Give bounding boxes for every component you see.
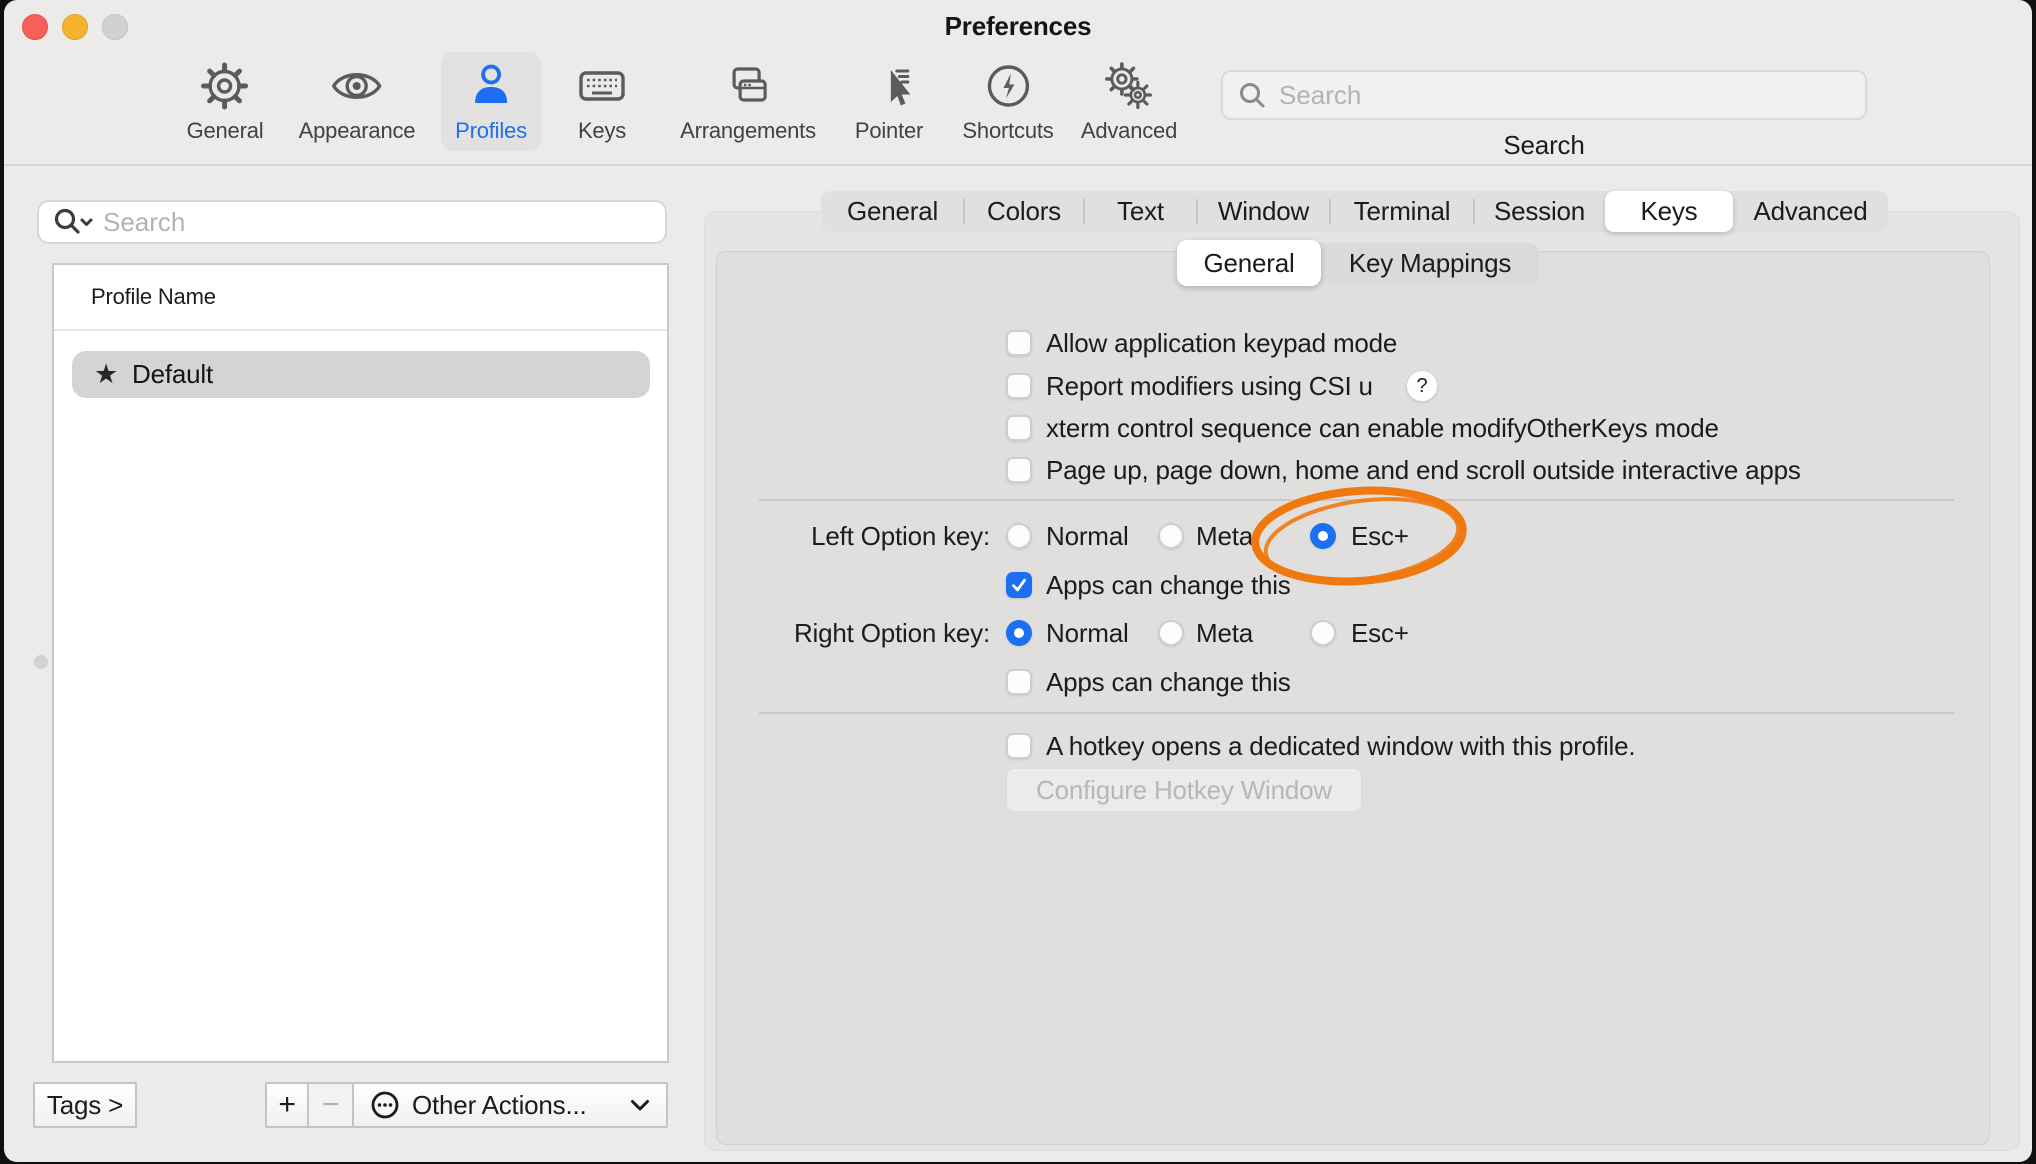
tab-keys[interactable]: Keys xyxy=(1605,191,1733,232)
star-icon: ★ xyxy=(94,359,118,390)
check-icon xyxy=(1010,576,1028,594)
checkbox-page-scroll[interactable] xyxy=(1006,457,1032,483)
toolbar-search-field[interactable] xyxy=(1221,70,1867,120)
toolbar-item-arrangements[interactable]: Arrangements xyxy=(666,52,830,151)
checkbox-label: xterm control sequence can enable modify… xyxy=(1046,411,1719,445)
profile-list[interactable]: Profile Name ★ Default xyxy=(52,263,669,1063)
magnifier-icon xyxy=(1237,80,1267,110)
toolbar-item-pointer[interactable]: Pointer xyxy=(841,52,937,151)
eye-icon xyxy=(329,58,385,114)
right-option-key-label: Right Option key: xyxy=(704,616,990,650)
tab-advanced[interactable]: Advanced xyxy=(1733,191,1888,232)
tags-button[interactable]: Tags > xyxy=(33,1082,137,1128)
toolbar-divider xyxy=(4,164,2032,166)
chevron-down-icon xyxy=(630,1099,650,1112)
profile-row-default[interactable]: ★ Default xyxy=(72,351,650,398)
toolbar-search-input[interactable] xyxy=(1277,79,1865,112)
toolbar-item-shortcuts[interactable]: Shortcuts xyxy=(948,52,1067,151)
remove-profile-button[interactable]: − xyxy=(307,1082,354,1128)
tab-session[interactable]: Session xyxy=(1474,191,1605,232)
toolbar-label: Appearance xyxy=(299,118,416,144)
checkbox-left-apps-change[interactable] xyxy=(1006,572,1032,598)
configure-hotkey-window-button[interactable]: Configure Hotkey Window xyxy=(1006,768,1362,812)
profile-list-header: Profile Name xyxy=(91,283,216,311)
radio-label: Normal xyxy=(1046,616,1129,650)
radio-label: Esc+ xyxy=(1351,616,1409,650)
checkbox-label: Apps can change this xyxy=(1046,568,1291,602)
radio-right-esc[interactable] xyxy=(1310,620,1336,646)
profile-name: Default xyxy=(132,359,213,390)
person-icon xyxy=(463,58,519,114)
other-actions-label: Other Actions... xyxy=(412,1090,587,1121)
toolbar-label: Profiles xyxy=(455,118,527,144)
checkbox-hotkey-window[interactable] xyxy=(1006,733,1032,759)
tab-text[interactable]: Text xyxy=(1084,191,1197,232)
toolbar-search-caption: Search xyxy=(1221,129,1867,161)
profile-search-field[interactable] xyxy=(37,200,667,244)
checkbox-label: A hotkey opens a dedicated window with t… xyxy=(1046,729,1635,763)
profile-list-buttons: + − Other Actions... xyxy=(265,1082,668,1128)
toolbar-label: Keys xyxy=(578,118,626,144)
toolbar-item-advanced[interactable]: Advanced xyxy=(1067,52,1191,151)
tab-terminal[interactable]: Terminal xyxy=(1330,191,1474,232)
toolbar-item-keys[interactable]: Keys xyxy=(560,52,644,151)
checkbox-label: Allow application keypad mode xyxy=(1046,326,1397,360)
header-separator xyxy=(54,329,667,331)
checkbox-label: Report modifiers using CSI u xyxy=(1046,369,1373,403)
checkbox-modify-other-keys[interactable] xyxy=(1006,415,1032,441)
window-title: Preferences xyxy=(4,9,2032,43)
radio-label: Meta xyxy=(1196,519,1253,553)
radio-label: Meta xyxy=(1196,616,1253,650)
radio-right-normal[interactable] xyxy=(1006,620,1032,646)
add-profile-button[interactable]: + xyxy=(265,1082,309,1128)
tags-button-label: Tags > xyxy=(47,1090,123,1121)
checkbox-keypad-mode[interactable] xyxy=(1006,330,1032,356)
other-actions-dropdown[interactable]: Other Actions... xyxy=(352,1082,668,1128)
minus-icon: − xyxy=(322,1088,339,1122)
gear-icon xyxy=(197,58,253,114)
profile-section-tabs: General Colors Text Window Terminal Sess… xyxy=(821,191,1888,232)
subtab-key-mappings[interactable]: Key Mappings xyxy=(1321,243,1539,283)
toolbar-label: Pointer xyxy=(855,118,923,144)
toolbar-item-appearance[interactable]: Appearance xyxy=(285,52,430,151)
radio-label: Normal xyxy=(1046,519,1129,553)
subtab-general[interactable]: General xyxy=(1177,240,1321,286)
tab-general[interactable]: General xyxy=(821,191,964,232)
checkbox-label: Apps can change this xyxy=(1046,665,1291,699)
magnifier-chevron-icon xyxy=(53,207,97,237)
double-gear-icon xyxy=(1101,58,1157,114)
stacked-windows-icon xyxy=(720,58,776,114)
checkbox-right-apps-change[interactable] xyxy=(1006,669,1032,695)
splitter-dot[interactable] xyxy=(34,655,48,669)
left-option-key-label: Left Option key: xyxy=(704,519,990,553)
toolbar-item-general[interactable]: General xyxy=(173,52,278,151)
toolbar-label: General xyxy=(187,118,264,144)
plus-icon: + xyxy=(278,1088,295,1122)
toolbar-label: Shortcuts xyxy=(962,118,1053,144)
bolt-circle-icon xyxy=(980,58,1036,114)
profile-search-input[interactable] xyxy=(101,206,665,239)
radio-right-meta[interactable] xyxy=(1158,620,1184,646)
tab-colors[interactable]: Colors xyxy=(964,191,1084,232)
checkbox-csi-u[interactable] xyxy=(1006,373,1032,399)
toolbar-label: Advanced xyxy=(1081,118,1177,144)
preferences-window: Preferences General Appearance Profiles xyxy=(4,0,2032,1162)
keyboard-icon xyxy=(574,58,630,114)
circle-ellipsis-icon xyxy=(370,1090,400,1120)
toolbar-item-profiles[interactable]: Profiles xyxy=(441,52,541,151)
checkbox-label: Page up, page down, home and end scroll … xyxy=(1046,453,1801,487)
help-button[interactable]: ? xyxy=(1406,370,1438,402)
separator xyxy=(759,712,1954,714)
cursor-icon xyxy=(861,58,917,114)
radio-left-normal[interactable] xyxy=(1006,523,1032,549)
separator xyxy=(759,499,1954,501)
radio-left-esc[interactable] xyxy=(1310,523,1336,549)
toolbar-label: Arrangements xyxy=(680,118,816,144)
radio-label: Esc+ xyxy=(1351,519,1409,553)
tab-window[interactable]: Window xyxy=(1197,191,1330,232)
radio-left-meta[interactable] xyxy=(1158,523,1184,549)
